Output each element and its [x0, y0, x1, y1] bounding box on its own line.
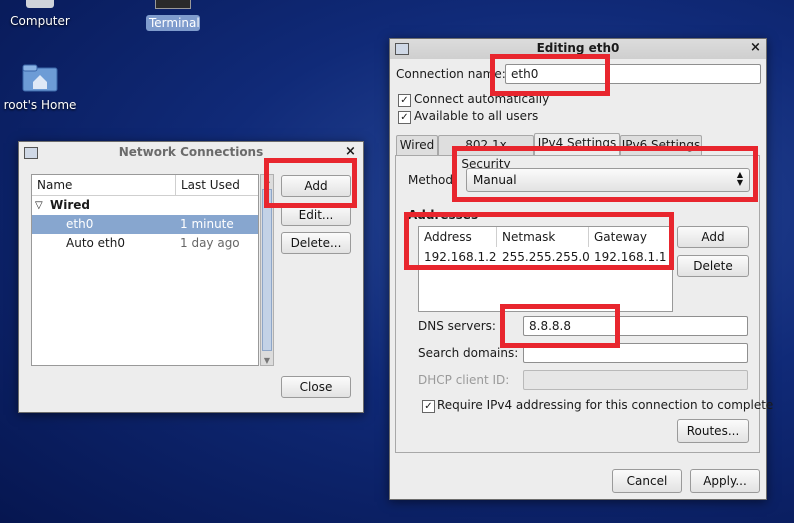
- column-header-last-used[interactable]: Last Used: [176, 175, 258, 195]
- home-folder-icon: [22, 62, 58, 92]
- window-title: Editing eth0: [536, 41, 620, 55]
- window-title: Network Connections: [118, 145, 264, 159]
- spin-arrows-icon: ▲ ▼: [736, 170, 743, 187]
- group-label: Wired: [50, 198, 90, 212]
- expander-icon[interactable]: ▽: [35, 196, 43, 215]
- row-last-used: 1 day ago: [180, 236, 240, 250]
- edit-button[interactable]: Edit...: [281, 204, 351, 226]
- tab-8021x-security[interactable]: 802.1x Security: [438, 135, 534, 171]
- row-name: Auto eth0: [66, 236, 126, 250]
- editing-connection-window: Editing eth0 × Connection name: eth0 ✓ C…: [389, 38, 773, 500]
- scroll-down-icon[interactable]: ▼: [261, 356, 273, 365]
- dns-servers-label: DNS servers:: [418, 319, 496, 333]
- cell-address: 192.168.1.2: [424, 250, 497, 264]
- column-header-name[interactable]: Name: [32, 175, 176, 195]
- list-item[interactable]: Auto eth0 1 day ago: [32, 234, 258, 253]
- connection-name-field[interactable]: eth0: [505, 64, 761, 84]
- method-dropdown[interactable]: Manual ▲ ▼: [466, 168, 750, 192]
- column-header-netmask[interactable]: Netmask: [497, 227, 589, 247]
- available-to-all-checkbox[interactable]: ✓: [398, 111, 411, 124]
- addresses-table: Address Netmask Gateway 192.168.1.2 255.…: [418, 226, 673, 312]
- dhcp-client-id-field: [523, 370, 748, 390]
- apply-button[interactable]: Apply...: [690, 469, 760, 493]
- scroll-thumb[interactable]: [262, 189, 272, 351]
- cell-netmask: 255.255.255.0: [502, 250, 590, 264]
- column-header-gateway[interactable]: Gateway: [589, 227, 672, 247]
- delete-button[interactable]: Delete...: [281, 232, 351, 254]
- connections-list: Name Last Used ▽ Wired eth0 1 minute ago…: [31, 174, 259, 366]
- address-delete-button[interactable]: Delete: [677, 255, 749, 277]
- computer-label: Computer: [10, 14, 70, 28]
- computer-icon: [26, 0, 54, 8]
- group-wired[interactable]: ▽ Wired: [32, 196, 258, 215]
- tab-wired[interactable]: Wired: [396, 135, 438, 155]
- tab-ipv4-settings[interactable]: IPv4 Settings: [534, 133, 620, 155]
- cancel-button[interactable]: Cancel: [612, 469, 682, 493]
- connect-automatically-checkbox[interactable]: ✓: [398, 94, 411, 107]
- require-ipv4-checkbox[interactable]: ✓: [422, 400, 435, 413]
- search-domains-label: Search domains:: [418, 346, 519, 360]
- home-label: root's Home: [3, 98, 77, 112]
- row-name: eth0: [66, 217, 94, 231]
- network-connections-window: Network Connections × Name Last Used ▽ W…: [18, 141, 364, 413]
- require-ipv4-label: Require IPv4 addressing for this connect…: [437, 398, 774, 412]
- close-icon[interactable]: ×: [345, 144, 356, 159]
- scroll-up-icon[interactable]: ▲: [261, 175, 273, 184]
- addresses-label: Addresses: [408, 208, 479, 222]
- method-label: Method:: [408, 173, 458, 187]
- list-item[interactable]: eth0 1 minute ago: [32, 215, 258, 250]
- method-value: Manual: [473, 173, 517, 187]
- dns-servers-field[interactable]: 8.8.8.8: [523, 316, 748, 336]
- terminal-label: Terminal: [146, 15, 200, 31]
- connect-automatically-label: Connect automatically: [414, 92, 550, 106]
- close-button[interactable]: Close: [281, 376, 351, 398]
- search-domains-field[interactable]: [523, 343, 748, 363]
- available-to-all-label: Available to all users: [414, 109, 539, 123]
- computer-desktop-icon[interactable]: Computer: [4, 0, 76, 28]
- routes-button[interactable]: Routes...: [677, 419, 749, 443]
- home-desktop-icon[interactable]: root's Home: [2, 62, 78, 112]
- terminal-icon: [155, 0, 191, 9]
- cell-gateway: 192.168.1.1: [594, 250, 667, 264]
- column-header-address[interactable]: Address: [419, 227, 497, 247]
- connection-name-label: Connection name:: [396, 67, 506, 81]
- tab-ipv6-settings[interactable]: IPv6 Settings: [620, 135, 702, 155]
- add-button[interactable]: Add: [281, 175, 351, 197]
- close-icon[interactable]: ×: [750, 40, 761, 55]
- tab-panel: Method: Manual ▲ ▼ Addresses Address Netm…: [395, 155, 773, 453]
- dhcp-client-id-label: DHCP client ID:: [418, 373, 510, 387]
- address-add-button[interactable]: Add: [677, 226, 749, 248]
- list-scrollbar[interactable]: ▲ ▼: [260, 174, 274, 366]
- table-row[interactable]: 192.168.1.2 255.255.255.0 192.168.1.1: [419, 247, 672, 267]
- terminal-desktop-icon[interactable]: Terminal: [146, 0, 200, 31]
